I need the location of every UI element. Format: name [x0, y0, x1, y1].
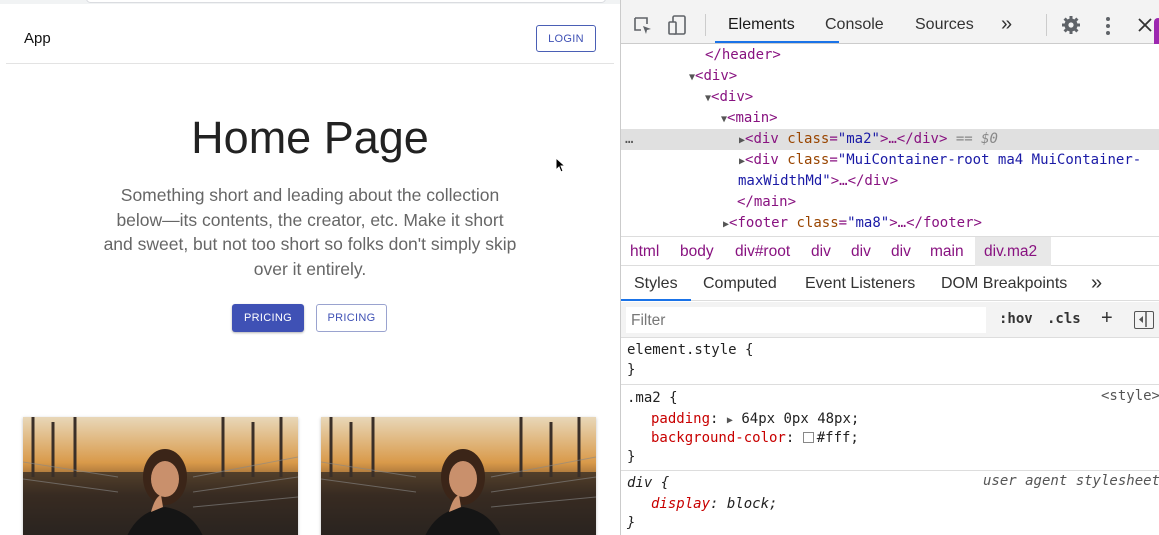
active-tab-indicator [715, 41, 839, 43]
active-subtab-indicator [621, 299, 691, 301]
rule-element-style[interactable]: element.style { } [621, 338, 1159, 385]
dom-node-footer[interactable]: ▶<footer class="ma8">…</footer> [723, 213, 982, 234]
mouse-cursor-icon [555, 157, 565, 173]
tab-computed[interactable]: Computed [703, 275, 777, 293]
rule-close-brace: } [627, 362, 636, 378]
expand-shorthand-icon[interactable]: ▶ [727, 415, 733, 426]
pricing-primary-button[interactable]: PRICING [232, 304, 304, 332]
styles-subtabs: Styles Computed Event Listeners DOM Brea… [621, 266, 1159, 301]
screen: App LOGIN Home Page Something short and … [0, 0, 1159, 535]
rule-close-brace: } [627, 449, 636, 465]
tab-styles[interactable]: Styles [634, 275, 678, 293]
cls-toggle[interactable]: .cls [1047, 311, 1081, 327]
app-title: App [24, 30, 51, 47]
rule-selector: div { [627, 475, 670, 491]
new-style-rule-icon[interactable]: + [1101, 307, 1113, 330]
dom-node-container-cont[interactable]: maxWidthMd">…</div> [738, 171, 898, 192]
rule-source-user-agent: user agent stylesheet [982, 473, 1159, 489]
breadcrumb-div[interactable]: div [851, 243, 871, 261]
hov-toggle[interactable]: :hov [999, 311, 1033, 327]
devtools-toolbar: Elements Console Sources » [621, 0, 1159, 44]
breadcrumb-body[interactable]: body [680, 243, 714, 261]
more-options-icon[interactable] [1105, 16, 1111, 36]
rule-selector: element.style { [627, 342, 754, 358]
dom-node-container[interactable]: ▶<div class="MuiContainer-root ma4 MuiCo… [739, 150, 1141, 171]
background-color-declaration[interactable]: background-color: #fff; [651, 428, 859, 448]
node-actions-ellipsis-icon[interactable]: … [625, 129, 633, 150]
style-rules: element.style { } .ma2 { <style> padding… [621, 338, 1159, 535]
browser-address-strip [0, 0, 620, 4]
sidebar-arrow-icon [1139, 312, 1147, 327]
styles-filter-bar: Filter :hov .cls + [621, 302, 1159, 338]
rule-ma2[interactable]: .ma2 { <style> padding: ▶ 64px 0px 48px;… [621, 385, 1159, 471]
tab-console[interactable]: Console [825, 16, 884, 34]
tab-sources[interactable]: Sources [915, 16, 974, 34]
breadcrumb-div[interactable]: div [891, 243, 911, 261]
collection-card-image[interactable] [321, 417, 596, 535]
login-button[interactable]: LOGIN [536, 25, 596, 52]
toggle-sidebar-icon[interactable] [1134, 311, 1154, 329]
breadcrumb-html[interactable]: html [630, 243, 659, 261]
hero-buttons: PRICING PRICING [232, 304, 387, 332]
styles-filter-input[interactable]: Filter [625, 306, 987, 334]
device-toolbar-icon[interactable] [667, 14, 689, 36]
settings-gear-icon[interactable] [1061, 15, 1081, 35]
close-icon[interactable] [1138, 18, 1152, 32]
address-bar[interactable] [86, 0, 606, 3]
breadcrumb-div-ma2[interactable]: div.ma2 [984, 243, 1037, 261]
breadcrumb: html body div#root div div div main div.… [621, 236, 1159, 266]
toolbar-separator [1046, 14, 1047, 36]
page-viewport: App LOGIN Home Page Something short and … [0, 0, 620, 535]
toolbar-separator [705, 14, 706, 36]
more-tabs-icon[interactable]: » [1001, 13, 1012, 36]
display-declaration: display: block; [651, 496, 778, 512]
inspect-element-icon[interactable] [633, 16, 653, 36]
collection-card-image[interactable] [23, 417, 298, 535]
rule-div-user-agent[interactable]: div { user agent stylesheet display: blo… [621, 471, 1159, 535]
tab-event-listeners[interactable]: Event Listeners [805, 275, 915, 293]
dom-node-div-ma2-selected[interactable]: … ▶<div class="ma2">…</div> == $0 [621, 129, 1159, 150]
dom-node-div[interactable]: ▼<div> [689, 66, 737, 87]
app-bar: App LOGIN [6, 8, 614, 64]
rule-close-brace: } [627, 515, 636, 531]
tab-elements[interactable]: Elements [728, 16, 795, 34]
dom-node-header-close[interactable]: </header> [705, 45, 781, 66]
breadcrumb-main[interactable]: main [930, 243, 964, 261]
dom-node-div[interactable]: ▼<div> [705, 87, 753, 108]
tab-dom-breakpoints[interactable]: DOM Breakpoints [941, 275, 1067, 293]
rule-selector: .ma2 { [627, 390, 678, 406]
hero-description: Something short and leading about the co… [103, 185, 517, 279]
rule-source-link[interactable]: <style> [1101, 388, 1159, 404]
more-subtabs-icon[interactable]: » [1091, 272, 1102, 295]
dom-node-main[interactable]: ▼<main> [721, 108, 778, 129]
breadcrumb-div[interactable]: div [811, 243, 831, 261]
dom-node-main-close[interactable]: </main> [737, 192, 796, 213]
devtools-panel: Elements Console Sources » </header> ▼<d… [620, 0, 1159, 535]
pricing-secondary-button[interactable]: PRICING [316, 304, 387, 332]
dom-tree: </header> ▼<div> ▼<div> ▼<main> … ▶<div … [621, 44, 1159, 234]
color-swatch[interactable] [802, 432, 814, 443]
page-title: Home Page [191, 112, 429, 163]
breadcrumb-div-root[interactable]: div#root [735, 243, 790, 261]
